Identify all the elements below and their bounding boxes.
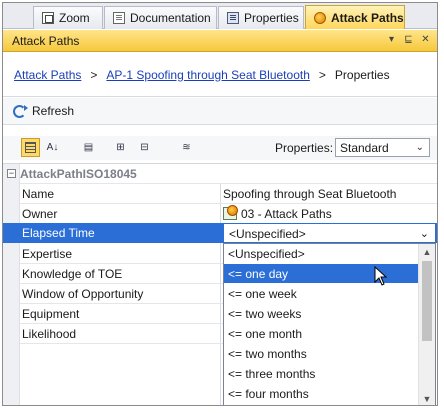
pin-icon[interactable]: ⊑	[403, 34, 414, 45]
table-row[interactable]: Name Spoofing through Seat Bluetooth	[3, 184, 437, 203]
package-icon	[223, 205, 238, 220]
collapse-all-button[interactable]: ⊟	[135, 138, 154, 157]
document-icon	[113, 12, 125, 24]
tab-strip: Zoom Documentation Properties Attack Pat…	[3, 3, 437, 29]
tab-attack-paths[interactable]: Attack Paths	[305, 5, 405, 29]
breadcrumb-attack-paths[interactable]: Attack Paths	[14, 68, 81, 82]
panel-header: Attack Paths ▾ ⊑ ✕	[3, 30, 437, 52]
elapsed-time-combo[interactable]: <Unspecified> ⌄	[223, 223, 436, 243]
scroll-down-icon[interactable]: ▼	[419, 391, 435, 405]
owner-value: 03 - Attack Paths	[223, 205, 332, 221]
expand-all-button[interactable]: ⊞	[111, 138, 130, 157]
properties-mode-label: Properties:	[275, 141, 334, 155]
table-row[interactable]: Owner 03 - Attack Paths	[3, 204, 437, 223]
chevron-down-icon: ⌄	[415, 142, 424, 153]
scrollbar-thumb[interactable]	[422, 261, 432, 341]
dropdown-option[interactable]: <= two months	[224, 344, 418, 363]
tab-documentation-label: Documentation	[130, 11, 211, 25]
filter-button[interactable]: ≋	[177, 138, 196, 157]
menu-arrow-icon[interactable]: ▾	[386, 34, 397, 45]
breadcrumb-attack-path-item[interactable]: AP-1 Spoofing through Seat Bluetooth	[106, 68, 309, 82]
combo-value: <Unspecified>	[229, 227, 306, 241]
expand-all-icon: ⊞	[116, 142, 125, 153]
property-name: Window of Opportunity	[22, 287, 144, 301]
sort-az-icon: A↓	[46, 142, 59, 153]
properties-mode-value: Standard	[340, 140, 389, 155]
property-name: Likelihood	[22, 327, 77, 341]
property-name: Name	[22, 187, 55, 201]
property-value: Spoofing through Seat Bluetooth	[223, 187, 397, 201]
attack-paths-icon	[314, 11, 326, 24]
properties-icon	[227, 12, 239, 24]
properties-toolbar: A↓ ▤ ⊞ ⊟ ≋ Properties: Standard ⌄	[3, 136, 437, 160]
sort-alphabetical-button[interactable]: A↓	[43, 138, 62, 157]
dropdown-option-highlighted[interactable]: <= one day	[224, 264, 418, 283]
property-pages-button[interactable]: ▤	[79, 138, 98, 157]
dropdown-option[interactable]: <= one month	[224, 324, 418, 343]
chevron-down-icon: ⌄	[419, 228, 429, 240]
table-icon: ▤	[83, 142, 94, 153]
zoom-icon	[42, 12, 54, 24]
group-row[interactable]: − AttackPathISO18045	[3, 164, 437, 183]
tab-attack-paths-label: Attack Paths	[331, 10, 404, 25]
attack-paths-window: Zoom Documentation Properties Attack Pat…	[2, 2, 438, 406]
dropdown-scrollbar[interactable]: ▲ ▼	[418, 244, 435, 405]
properties-mode-select[interactable]: Standard ⌄	[335, 138, 430, 157]
mouse-cursor-icon	[374, 266, 388, 286]
collapse-all-icon: ⊟	[140, 142, 149, 153]
tab-properties-label: Properties	[244, 11, 299, 25]
refresh-button[interactable]: Refresh	[32, 104, 74, 118]
categorized-icon	[25, 142, 36, 153]
dropdown-option[interactable]: <= three months	[224, 364, 418, 383]
breadcrumb-current: Properties	[334, 67, 390, 82]
breadcrumb-separator: >	[90, 67, 98, 82]
property-name: Elapsed Time	[22, 226, 95, 240]
close-icon[interactable]: ✕	[420, 34, 431, 45]
property-name: Equipment	[22, 307, 80, 321]
dropdown-option[interactable]: <= four months	[224, 384, 418, 403]
scroll-up-icon[interactable]: ▲	[419, 244, 435, 260]
refresh-toolbar: Refresh	[3, 98, 437, 125]
tab-zoom-label: Zoom	[59, 11, 90, 25]
dropdown-option[interactable]: <= two weeks	[224, 304, 418, 323]
refresh-icon	[13, 104, 28, 118]
tab-documentation[interactable]: Documentation	[104, 6, 217, 29]
collapse-icon[interactable]: −	[7, 169, 16, 178]
property-name: Knowledge of TOE	[22, 267, 123, 281]
elapsed-time-dropdown: <Unspecified> <= one day <= one week <= …	[223, 243, 436, 405]
filter-icon: ≋	[182, 142, 191, 153]
dropdown-option[interactable]: <Unspecified>	[224, 244, 418, 263]
property-value: 03 - Attack Paths	[241, 207, 332, 221]
property-name: Owner	[22, 207, 58, 221]
group-label: AttackPathISO18045	[20, 167, 137, 181]
property-name: Expertise	[22, 247, 73, 261]
tab-properties[interactable]: Properties	[218, 6, 304, 29]
dropdown-option[interactable]: <= one week	[224, 284, 418, 303]
tab-zoom[interactable]: Zoom	[33, 6, 103, 29]
property-grid: − AttackPathISO18045 Name Spoofing throu…	[3, 163, 437, 405]
row-divider	[20, 343, 223, 344]
breadcrumb-separator: >	[318, 67, 326, 82]
panel-title: Attack Paths	[12, 33, 80, 48]
breadcrumb: Attack Paths > AP-1 Spoofing through Sea…	[3, 53, 437, 97]
categorized-view-button[interactable]	[21, 138, 40, 157]
